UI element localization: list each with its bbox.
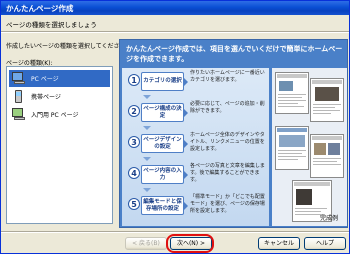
step-description: ホームページ全体のデザインやタイトル、リンクメニューの位置を設定します。 bbox=[190, 132, 265, 152]
step-name: 編集モードと保存場所の設定 bbox=[141, 196, 184, 215]
arrow-right-icon bbox=[184, 109, 188, 117]
description-panel: かんたんページ作成では、項目を選んでいくだけで簡単にホームページを作成できます。… bbox=[119, 39, 348, 228]
description-title: かんたんページ作成では、項目を選んでいくだけで簡単にホームページを作成できます。 bbox=[126, 45, 343, 63]
page-type-list[interactable]: PC ページ 携帯ページ 入門用 PC ページ bbox=[6, 66, 113, 224]
step-description: 各ページの写真と文章を編集します。後で編集することができます。 bbox=[190, 163, 265, 183]
preview-area bbox=[272, 68, 347, 226]
cancel-button[interactable]: キャンセル bbox=[258, 237, 300, 250]
step-number: 2 bbox=[128, 105, 140, 117]
step-description: 必要に応じて、ページの追加・削除ができます。 bbox=[190, 101, 265, 114]
step-name: ページ内容の入力 bbox=[141, 165, 184, 184]
arrow-right-icon bbox=[184, 202, 188, 210]
step-number: 1 bbox=[128, 74, 140, 86]
steps-area: 1 カテゴリの選択 作りたいホームページに一番近いカテゴリを選びます。 2 ペー… bbox=[122, 68, 269, 226]
preview-thumbnail bbox=[310, 78, 344, 122]
pc-page-icon bbox=[11, 72, 27, 85]
step-2: 2 ページ構成の決定 必要に応じて、ページの追加・削除ができます。 bbox=[126, 99, 268, 126]
page-type-item-pc[interactable]: PC ページ bbox=[9, 70, 110, 87]
step-number: 4 bbox=[128, 167, 140, 179]
step-number: 5 bbox=[128, 198, 140, 210]
top-divider bbox=[1, 31, 349, 33]
page-type-label: PC ページ bbox=[31, 76, 59, 83]
step-4: 4 ページ内容の入力 各ページの写真と文章を編集します。後で編集することができま… bbox=[126, 161, 268, 188]
step-5: 5 編集モードと保存場所の設定 「標準モード」か「どこでも配置モード」を選び、ペ… bbox=[126, 192, 268, 219]
preview-thumbnail bbox=[310, 134, 344, 178]
preview-thumbnail bbox=[275, 72, 309, 114]
step-description: 作りたいホームページに一番近いカテゴリを選びます。 bbox=[190, 70, 265, 83]
step-name: カテゴリの選択 bbox=[141, 72, 184, 91]
help-button[interactable]: ヘルプ bbox=[304, 237, 346, 250]
step-number: 3 bbox=[128, 136, 140, 148]
page-type-label: 入門用 PC ページ bbox=[31, 112, 79, 119]
example-label: 完成例 bbox=[320, 215, 339, 222]
back-button[interactable]: < 戻る(B) bbox=[125, 237, 167, 250]
page-type-label: 携帯ページ bbox=[31, 94, 61, 101]
page-type-item-beginner-pc[interactable]: 入門用 PC ページ bbox=[9, 106, 110, 123]
step-description: 「標準モード」か「どこでも配置モード」を選び、ページの保存場所を設定します。 bbox=[190, 194, 265, 214]
arrow-right-icon bbox=[184, 78, 188, 86]
page-instruction: ページの種類を選択しましょう bbox=[6, 21, 97, 29]
page-type-item-mobile[interactable]: 携帯ページ bbox=[9, 88, 110, 105]
title-bar[interactable]: かんたんページ作成 bbox=[1, 1, 349, 15]
step-name: ページデザインの設定 bbox=[141, 134, 184, 153]
mobile-page-icon bbox=[11, 90, 27, 103]
window-title: かんたんページ作成 bbox=[6, 4, 74, 13]
preview-thumbnail bbox=[275, 126, 309, 170]
next-button-highlight bbox=[166, 234, 214, 253]
step-3: 3 ページデザインの設定 ホームページ全体のデザインやタイトル、リンクメニューの… bbox=[126, 130, 268, 157]
arrow-right-icon bbox=[184, 140, 188, 148]
bottom-divider bbox=[1, 231, 349, 233]
step-1: 1 カテゴリの選択 作りたいホームページに一番近いカテゴリを選びます。 bbox=[126, 68, 268, 95]
beginner-pc-page-icon bbox=[11, 108, 27, 121]
wizard-window: かんたんページ作成 ページの種類を選択しましょう 作成したいページの種類を選択し… bbox=[0, 0, 350, 254]
step-name: ページ構成の決定 bbox=[141, 103, 184, 122]
select-type-label: 作成したいページの種類を選択してください。 bbox=[6, 43, 132, 50]
arrow-right-icon bbox=[184, 171, 188, 179]
